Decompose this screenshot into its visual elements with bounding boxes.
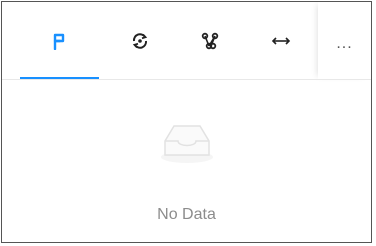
empty-state: No Data — [2, 80, 371, 242]
panel: ... No Data — [1, 1, 372, 243]
refresh-target-icon — [131, 32, 149, 50]
tab-refresh[interactable] — [102, 2, 178, 79]
tab-flag[interactable] — [20, 2, 98, 79]
tab-bar: ... — [2, 2, 371, 79]
tab-graph[interactable] — [172, 2, 248, 79]
more-label: ... — [336, 34, 353, 52]
empty-state-text: No Data — [157, 206, 216, 223]
tab-resize[interactable] — [244, 2, 318, 79]
node-graph-icon — [200, 32, 220, 50]
more-tabs-button[interactable]: ... — [318, 2, 371, 79]
flag-icon — [52, 32, 66, 50]
horizontal-arrows-icon — [271, 36, 291, 46]
inbox-icon — [157, 117, 217, 165]
